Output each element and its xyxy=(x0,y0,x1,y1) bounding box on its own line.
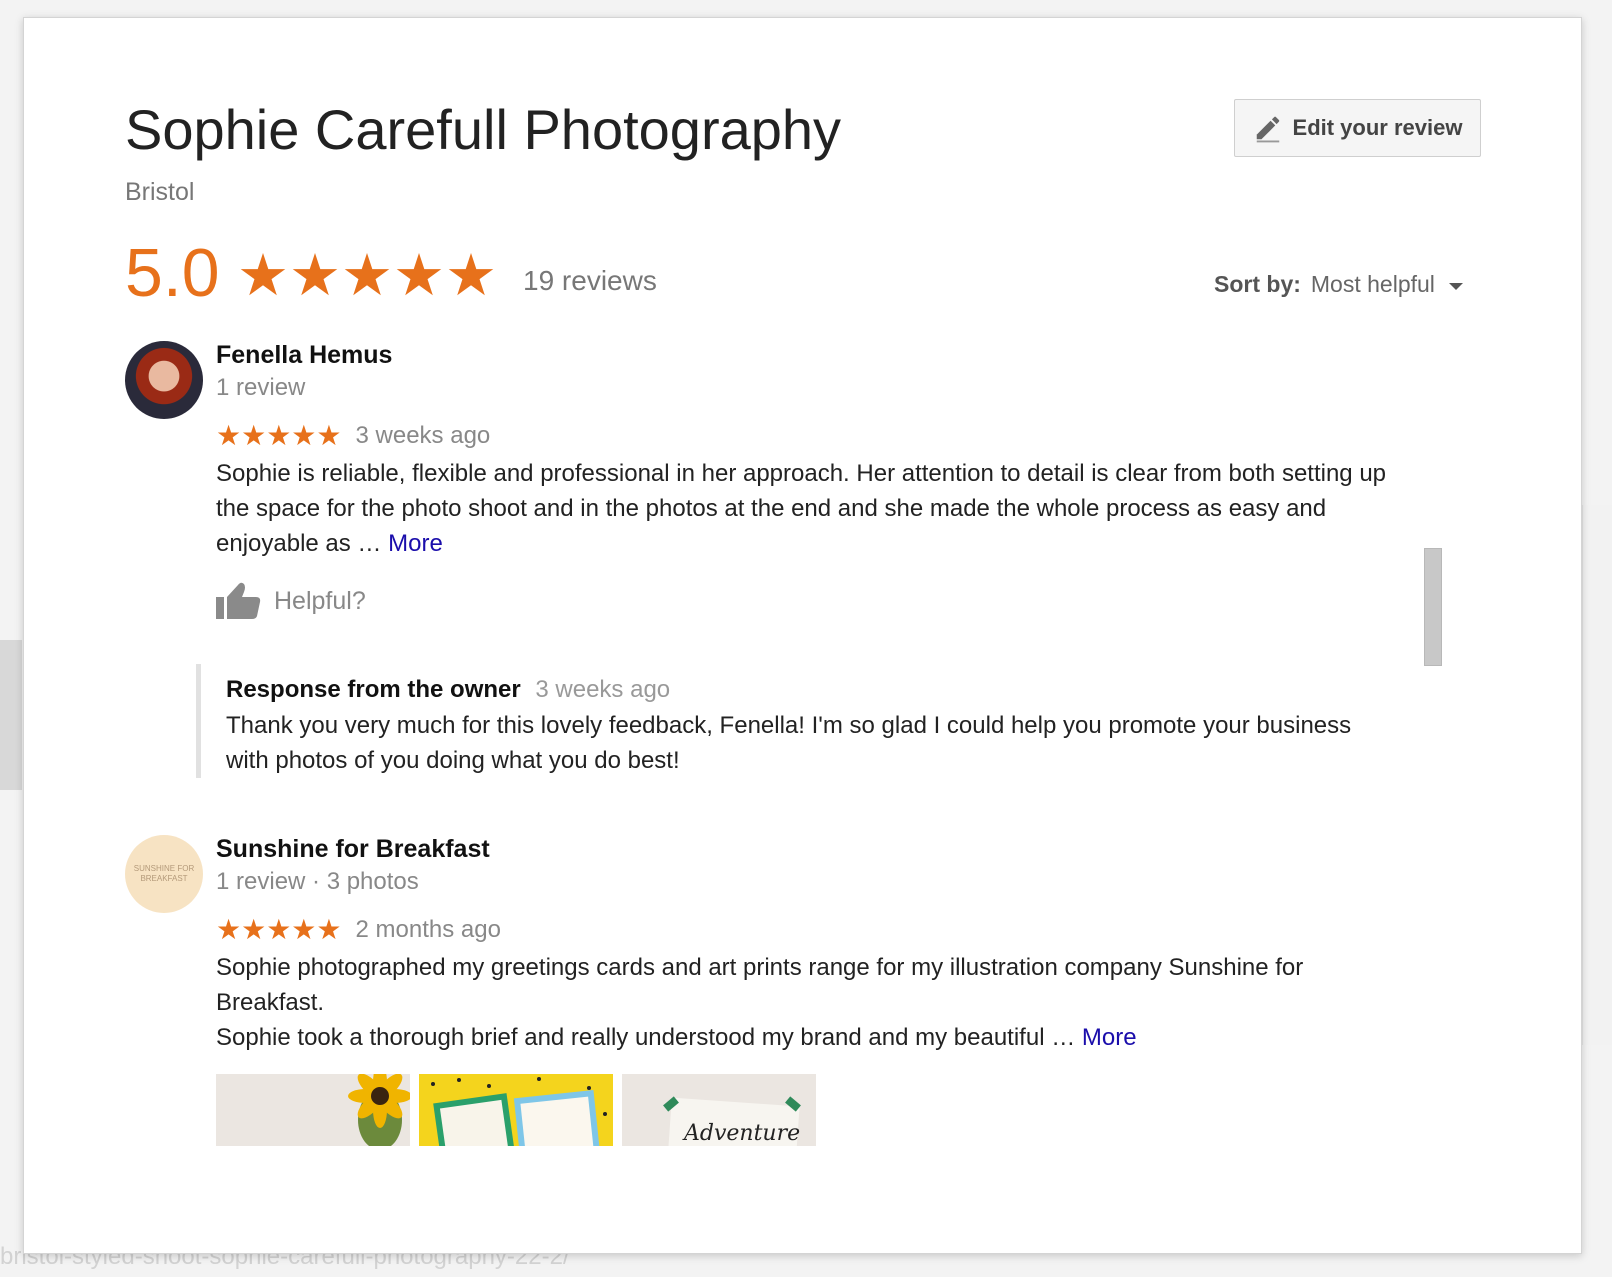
thumbs-up-icon xyxy=(216,582,261,619)
owner-response-time: 3 weeks ago xyxy=(535,676,671,703)
review-rating-row: ★★★★★ 3 weeks ago xyxy=(216,419,490,452)
reviewer-meta: 1 review · 3 photos xyxy=(216,868,419,895)
sort-value: Most helpful xyxy=(1310,271,1435,297)
review-stars: ★★★★★ xyxy=(216,420,342,451)
edit-review-button[interactable]: Edit your review xyxy=(1234,99,1481,157)
review-photo-cards[interactable] xyxy=(419,1074,613,1146)
review-photos: Adventure xyxy=(216,1074,816,1146)
rating-value: 5.0 xyxy=(125,235,220,311)
background-right-panel xyxy=(1582,505,1612,1045)
pencil-icon xyxy=(1256,116,1279,143)
review-text: Sophie is reliable, flexible and profess… xyxy=(216,456,1386,561)
avatar[interactable] xyxy=(125,341,203,419)
review-time: 3 weeks ago xyxy=(355,421,491,449)
more-link[interactable]: More xyxy=(388,530,443,557)
scrollbar-thumb[interactable] xyxy=(1424,548,1442,666)
review-photo-sunflower[interactable] xyxy=(216,1074,410,1146)
owner-response-header: Response from the owner 3 weeks ago xyxy=(226,676,1396,704)
caret-down-icon xyxy=(1448,283,1463,290)
owner-response-text: Thank you very much for this lovely feed… xyxy=(226,712,1352,774)
sort-label: Sort by: xyxy=(1214,271,1301,297)
review-body-line: Sophie took a thorough brief and really … xyxy=(216,1024,1076,1051)
rating-stars: ★★★★★ xyxy=(237,243,497,308)
review-time: 2 months ago xyxy=(355,915,501,943)
edit-review-label: Edit your review xyxy=(1292,115,1463,140)
adventure-print-image: Adventure xyxy=(622,1074,816,1146)
sort-dropdown[interactable]: Sort by: Most helpful xyxy=(1214,271,1463,298)
avatar[interactable]: SUNSHINE FOR BREAKFAST xyxy=(125,835,203,913)
place-title: Sophie Carefull Photography xyxy=(125,98,842,161)
review-photo-adventure[interactable]: Adventure xyxy=(622,1074,816,1146)
review-text: Sophie photographed my greetings cards a… xyxy=(216,950,1386,1055)
reviews-dialog: Sophie Carefull Photography Bristol Edit… xyxy=(23,17,1582,1254)
sunflower-image xyxy=(216,1074,410,1146)
place-location: Bristol xyxy=(125,178,195,206)
avatar-logo-text: SUNSHINE FOR BREAKFAST xyxy=(133,864,195,883)
reviews-count: 19 reviews xyxy=(523,265,657,296)
reviewer-name[interactable]: Fenella Hemus xyxy=(216,341,392,370)
owner-response: Response from the owner 3 weeks ago Than… xyxy=(196,664,1396,778)
more-link[interactable]: More xyxy=(1082,1024,1137,1051)
helpful-button[interactable]: Helpful? xyxy=(216,581,366,621)
review-rating-row: ★★★★★ 2 months ago xyxy=(216,913,501,946)
background-image xyxy=(0,640,22,790)
review-body-line: Sophie photographed my greetings cards a… xyxy=(216,954,1304,1016)
reviewer-meta: 1 review xyxy=(216,374,306,401)
photo-caption: Adventure xyxy=(682,1121,800,1146)
greeting-cards-image xyxy=(419,1074,613,1146)
owner-response-label: Response from the owner xyxy=(226,676,521,703)
reviewer-name[interactable]: Sunshine for Breakfast xyxy=(216,835,490,864)
helpful-label: Helpful? xyxy=(274,586,366,615)
review-stars: ★★★★★ xyxy=(216,914,342,945)
